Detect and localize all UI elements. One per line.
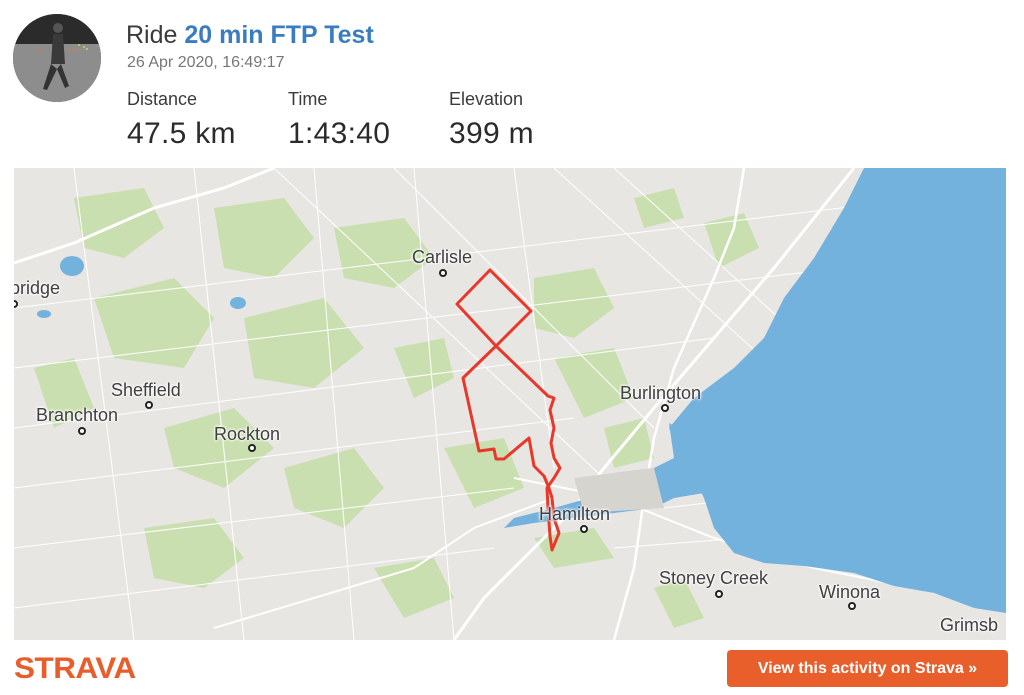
stat-distance: Distance 47.5 km [127, 88, 236, 152]
park-areas [34, 188, 759, 628]
stat-time: Time 1:43:40 [288, 88, 390, 152]
athlete-avatar[interactable] [13, 14, 101, 102]
place-label-winona: Winona [819, 582, 881, 602]
view-on-strava-button[interactable]: View this activity on Strava » [727, 650, 1008, 687]
place-marker [580, 525, 588, 533]
stat-label: Elevation [449, 89, 524, 109]
stat-elevation: Elevation 399 m [449, 88, 534, 152]
stat-label: Time [288, 89, 328, 109]
place-label-rockton: Rockton [214, 424, 281, 444]
activity-timestamp: 26 Apr 2020, 16:49:17 [127, 54, 285, 71]
place-label-bridge: bridge [14, 278, 61, 298]
place-marker [439, 269, 447, 277]
stat-value: 47.5 km [127, 117, 236, 150]
map-canvas [14, 168, 1006, 640]
place-label-branchton: Branchton [36, 405, 119, 425]
stat-value: 399 m [449, 117, 534, 150]
place-label-grimsby: Grimsb [940, 615, 998, 635]
activity-title: Ride 20 min FTP Test [126, 20, 374, 50]
activity-type: Ride [126, 21, 178, 49]
activity-name-link[interactable]: 20 min FTP Test [184, 21, 373, 49]
place-marker [661, 404, 669, 412]
athlete-photo [13, 14, 101, 102]
place-marker [145, 401, 153, 409]
place-marker [848, 602, 856, 610]
place-marker [248, 444, 256, 452]
place-label-burlington: Burlington [620, 383, 702, 403]
stat-value: 1:43:40 [288, 117, 391, 150]
route-map[interactable]: Carlisle bridge Sheffield Branchton Rock… [14, 168, 1006, 640]
place-label-stoney-creek: Stoney Creek [659, 568, 769, 588]
place-marker [78, 427, 86, 435]
place-label-hamilton: Hamilton [539, 504, 611, 524]
place-label-sheffield: Sheffield [111, 380, 181, 400]
strava-logo[interactable]: STRAVA [14, 654, 136, 684]
place-marker [715, 590, 723, 598]
stat-label: Distance [127, 89, 198, 109]
place-label-carlisle: Carlisle [412, 247, 473, 267]
